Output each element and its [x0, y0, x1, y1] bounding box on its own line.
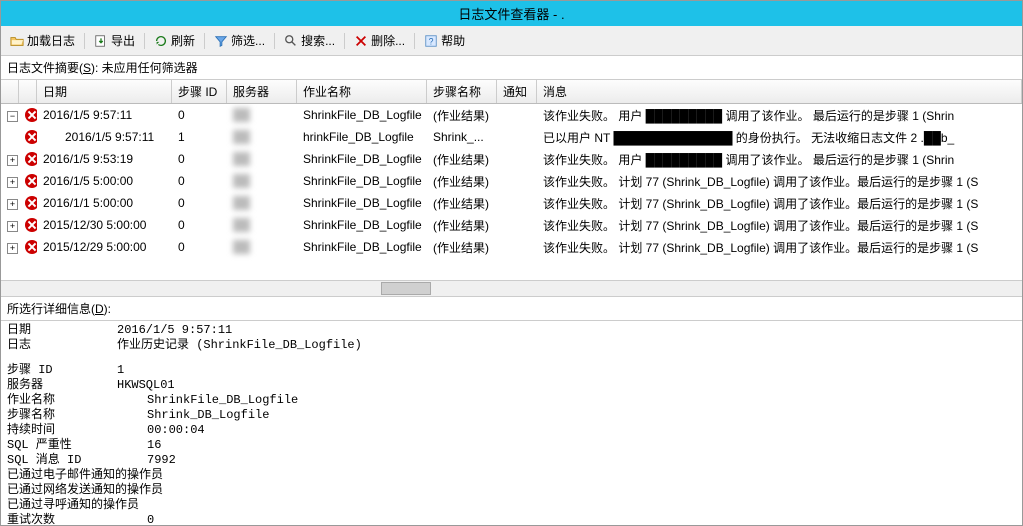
cell-step: 0 — [172, 152, 227, 166]
log-grid[interactable]: −2016/1/5 9:57:110██ShrinkFile_DB_Logfil… — [1, 104, 1022, 280]
separator — [204, 33, 205, 49]
scrollbar-thumb[interactable] — [381, 282, 431, 295]
log-row[interactable]: 2016/1/5 9:57:111██hrinkFile_DB_LogfileS… — [1, 126, 1022, 148]
summary-bar: 日志文件摘要(S): 未应用任何筛选器 — [1, 56, 1022, 80]
cell-server: ██ — [227, 130, 297, 144]
cell-stepname: (作业结果) — [427, 151, 497, 168]
cell-job: ShrinkFile_DB_Logfile — [297, 196, 427, 210]
col-date[interactable]: 日期 — [37, 80, 172, 103]
cell-msg: 该作业失败。 计划 77 (Shrink_DB_Logfile) 调用了该作业。… — [537, 173, 1022, 190]
cell-server: ██ — [227, 218, 297, 232]
search-button[interactable]: 搜索... — [279, 29, 340, 52]
refresh-button[interactable]: 刷新 — [149, 29, 200, 52]
tree-toggle[interactable]: + — [1, 152, 19, 166]
detail-panel[interactable]: 日期2016/1/5 9:57:11 日志作业历史记录 (ShrinkFile_… — [1, 321, 1022, 525]
window-title: 日志文件查看器 - . — [1, 1, 1022, 26]
cell-stepname: (作业结果) — [427, 239, 497, 256]
detail-heading: 所选行详细信息(D): — [1, 297, 1022, 321]
search-icon — [284, 34, 298, 48]
cell-stepname: (作业结果) — [427, 217, 497, 234]
tree-toggle[interactable]: + — [1, 240, 19, 254]
svg-text:?: ? — [429, 36, 434, 46]
separator — [144, 33, 145, 49]
cell-msg: 该作业失败。 计划 77 (Shrink_DB_Logfile) 调用了该作业。… — [537, 217, 1022, 234]
cell-server: ██ — [227, 174, 297, 188]
cell-stepname: (作业结果) — [427, 107, 497, 124]
error-icon — [19, 108, 37, 123]
cell-msg: 已以用户 NT ██████████████ 的身份执行。 无法收缩日志文件 2… — [537, 129, 1022, 146]
error-icon — [19, 174, 37, 189]
tree-toggle[interactable]: + — [1, 196, 19, 210]
cell-date: 2015/12/29 5:00:00 — [37, 240, 172, 254]
cell-job: ShrinkFile_DB_Logfile — [297, 240, 427, 254]
cell-date: 2016/1/5 5:00:00 — [37, 174, 172, 188]
error-icon — [19, 218, 37, 233]
filter-icon — [214, 34, 228, 48]
cell-stepname: (作业结果) — [427, 195, 497, 212]
tree-toggle[interactable]: + — [1, 174, 19, 188]
cell-msg: 该作业失败。 计划 77 (Shrink_DB_Logfile) 调用了该作业。… — [537, 195, 1022, 212]
folder-open-icon — [10, 34, 24, 48]
cell-step: 0 — [172, 240, 227, 254]
tree-toggle[interactable]: − — [1, 108, 19, 122]
help-button[interactable]: ? 帮助 — [419, 29, 470, 52]
cell-step: 0 — [172, 174, 227, 188]
col-server[interactable]: 服务器 — [227, 80, 297, 103]
cell-step: 0 — [172, 108, 227, 122]
cell-date: 2016/1/1 5:00:00 — [37, 196, 172, 210]
cell-server: ██ — [227, 152, 297, 166]
col-notify[interactable]: 通知 — [497, 80, 537, 103]
error-icon — [19, 152, 37, 167]
cell-date: 2016/1/5 9:57:11 — [37, 108, 172, 122]
cell-date: 2015/12/30 5:00:00 — [37, 218, 172, 232]
delete-icon — [354, 34, 368, 48]
separator — [414, 33, 415, 49]
log-row[interactable]: +2015/12/29 5:00:000██ShrinkFile_DB_Logf… — [1, 236, 1022, 258]
log-row[interactable]: +2015/12/30 5:00:000██ShrinkFile_DB_Logf… — [1, 214, 1022, 236]
cell-server: ██ — [227, 108, 297, 122]
cell-stepname: Shrink_... — [427, 130, 497, 144]
cell-msg: 该作业失败。 计划 77 (Shrink_DB_Logfile) 调用了该作业。… — [537, 239, 1022, 256]
cell-step: 0 — [172, 196, 227, 210]
error-icon — [19, 240, 37, 255]
col-stepname[interactable]: 步骤名称 — [427, 80, 497, 103]
cell-job: hrinkFile_DB_Logfile — [297, 130, 427, 144]
col-job[interactable]: 作业名称 — [297, 80, 427, 103]
export-icon — [94, 34, 108, 48]
col-msg[interactable]: 消息 — [537, 80, 1022, 103]
log-row[interactable]: +2016/1/5 5:00:000██ShrinkFile_DB_Logfil… — [1, 170, 1022, 192]
cell-job: ShrinkFile_DB_Logfile — [297, 152, 427, 166]
cell-stepname: (作业结果) — [427, 173, 497, 190]
cell-msg: 该作业失败。 用户 █████████ 调用了该作业。 最后运行的是步骤 1 (… — [537, 107, 1022, 124]
delete-button[interactable]: 删除... — [349, 29, 410, 52]
log-row[interactable]: − 2016/1/5 9:57:110██ShrinkFile_DB_Logfil… — [1, 104, 1022, 126]
cell-step: 0 — [172, 218, 227, 232]
cell-date: 2016/1/5 9:53:19 — [37, 152, 172, 166]
cell-server: ██ — [227, 196, 297, 210]
cell-msg: 该作业失败。 用户 █████████ 调用了该作业。 最后运行的是步骤 1 (… — [537, 151, 1022, 168]
cell-job: ShrinkFile_DB_Logfile — [297, 108, 427, 122]
refresh-icon — [154, 34, 168, 48]
log-row[interactable]: +2016/1/5 9:53:190██ShrinkFile_DB_Logfil… — [1, 148, 1022, 170]
separator — [274, 33, 275, 49]
col-step[interactable]: 步骤 ID — [172, 80, 227, 103]
cell-job: ShrinkFile_DB_Logfile — [297, 174, 427, 188]
cell-step: 1 — [172, 130, 227, 144]
horizontal-scrollbar[interactable] — [1, 280, 1022, 297]
error-icon — [19, 130, 37, 145]
separator — [344, 33, 345, 49]
filter-button[interactable]: 筛选... — [209, 29, 270, 52]
load-log-button[interactable]: 加载日志 — [5, 29, 80, 52]
cell-server: ██ — [227, 240, 297, 254]
export-button[interactable]: 导出 — [89, 29, 140, 52]
log-row[interactable]: +2016/1/1 5:00:000██ShrinkFile_DB_Logfil… — [1, 192, 1022, 214]
error-icon — [19, 196, 37, 211]
help-icon: ? — [424, 34, 438, 48]
tree-toggle[interactable]: + — [1, 218, 19, 232]
grid-header: 日期 步骤 ID 服务器 作业名称 步骤名称 通知 消息 — [1, 80, 1022, 104]
cell-date: 2016/1/5 9:57:11 — [37, 130, 172, 144]
toolbar: 加载日志 导出 刷新 筛选... 搜索... 删除... ? 帮助 — [1, 26, 1022, 56]
separator — [84, 33, 85, 49]
cell-job: ShrinkFile_DB_Logfile — [297, 218, 427, 232]
